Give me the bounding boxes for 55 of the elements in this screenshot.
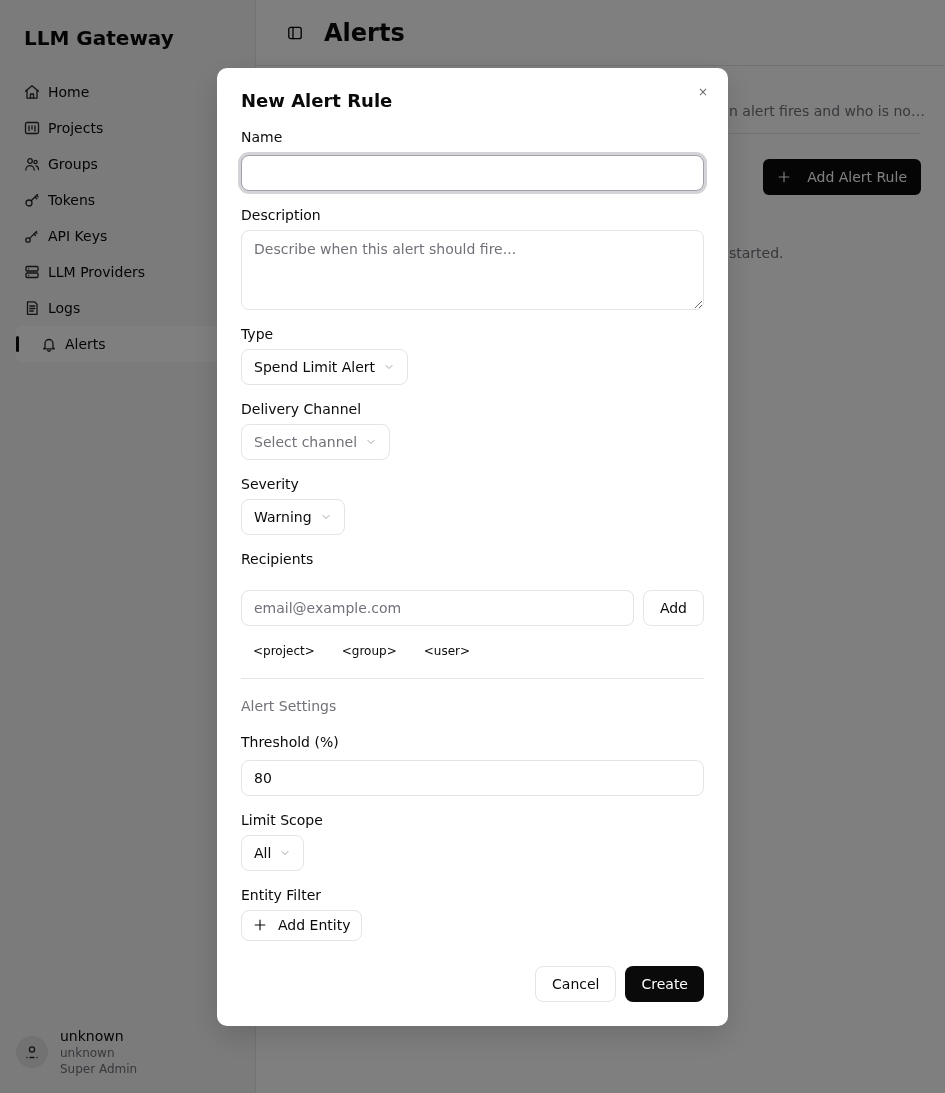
field-label: Name <box>241 127 283 147</box>
field-label: Description <box>241 205 321 225</box>
add-entity-button[interactable]: Add Entity <box>241 909 363 941</box>
textarea-field[interactable]: Describe when this alert should fire... <box>241 229 704 310</box>
home-icon <box>24 84 40 100</box>
nav-item[interactable]: API Keys <box>16 218 239 254</box>
key-icon <box>24 228 40 244</box>
plus-icon <box>777 170 792 184</box>
nav-item[interactable]: Home <box>16 74 239 110</box>
close-button[interactable]: × <box>695 83 711 100</box>
nav-item[interactable]: LLM Providers <box>16 254 239 290</box>
field-label: Threshold (%) <box>241 732 339 752</box>
token-button[interactable]: <project> <box>241 637 327 664</box>
email-field[interactable]: email@example.com <box>241 589 634 626</box>
plus-icon <box>253 918 267 932</box>
nav-item[interactable]: Projects <box>16 110 239 146</box>
select-dropdown[interactable]: Select channel <box>241 423 391 460</box>
nav-item[interactable]: Tokens <box>16 182 239 218</box>
page-description: n alert fires and who is no… <box>729 102 925 121</box>
text-field[interactable]: 80 <box>241 759 704 796</box>
user-detail: unknown <box>60 1045 116 1061</box>
field-label: Limit Scope <box>241 810 323 830</box>
user-name: unknown <box>60 1027 125 1045</box>
nav-item[interactable]: Logs <box>16 290 239 326</box>
nav-item[interactable]: Groups <box>16 146 239 182</box>
board-icon <box>24 120 40 136</box>
app-title: LLM Gateway <box>23 25 175 52</box>
select-dropdown[interactable]: All <box>241 834 305 871</box>
add-recipient-button[interactable]: Add <box>642 589 704 626</box>
field-label: Entity Filter <box>241 885 321 905</box>
page-title: Alerts <box>324 17 405 49</box>
select-dropdown[interactable]: Spend Limit Alert <box>241 348 409 385</box>
sidebar-panel-icon <box>287 24 303 41</box>
section-heading: Alert Settings <box>241 696 337 716</box>
field-label: Severity <box>241 474 299 494</box>
create-button[interactable]: Create <box>625 965 704 1002</box>
users-icon <box>24 156 40 172</box>
cancel-button[interactable]: Cancel <box>535 965 617 1002</box>
field-label: Recipients <box>241 549 314 569</box>
field-label: Type <box>241 324 274 344</box>
document-icon <box>24 300 40 316</box>
key-icon <box>24 192 40 208</box>
active-indicator <box>16 336 19 352</box>
empty-state-text: started. <box>729 244 784 263</box>
add-alert-rule-button[interactable]: Add Alert Rule <box>763 159 921 195</box>
field-label: Delivery Channel <box>241 399 362 419</box>
select-dropdown[interactable]: Warning <box>241 498 345 535</box>
token-button[interactable]: <group> <box>329 637 409 664</box>
bell-icon <box>41 336 57 352</box>
server-icon <box>24 264 40 280</box>
user-role: Super Admin <box>60 1061 138 1077</box>
token-button[interactable]: <user> <box>411 637 483 664</box>
dialog-title: New Alert Rule <box>241 89 393 112</box>
avatar-icon <box>16 1036 48 1068</box>
text-field[interactable] <box>241 154 704 191</box>
